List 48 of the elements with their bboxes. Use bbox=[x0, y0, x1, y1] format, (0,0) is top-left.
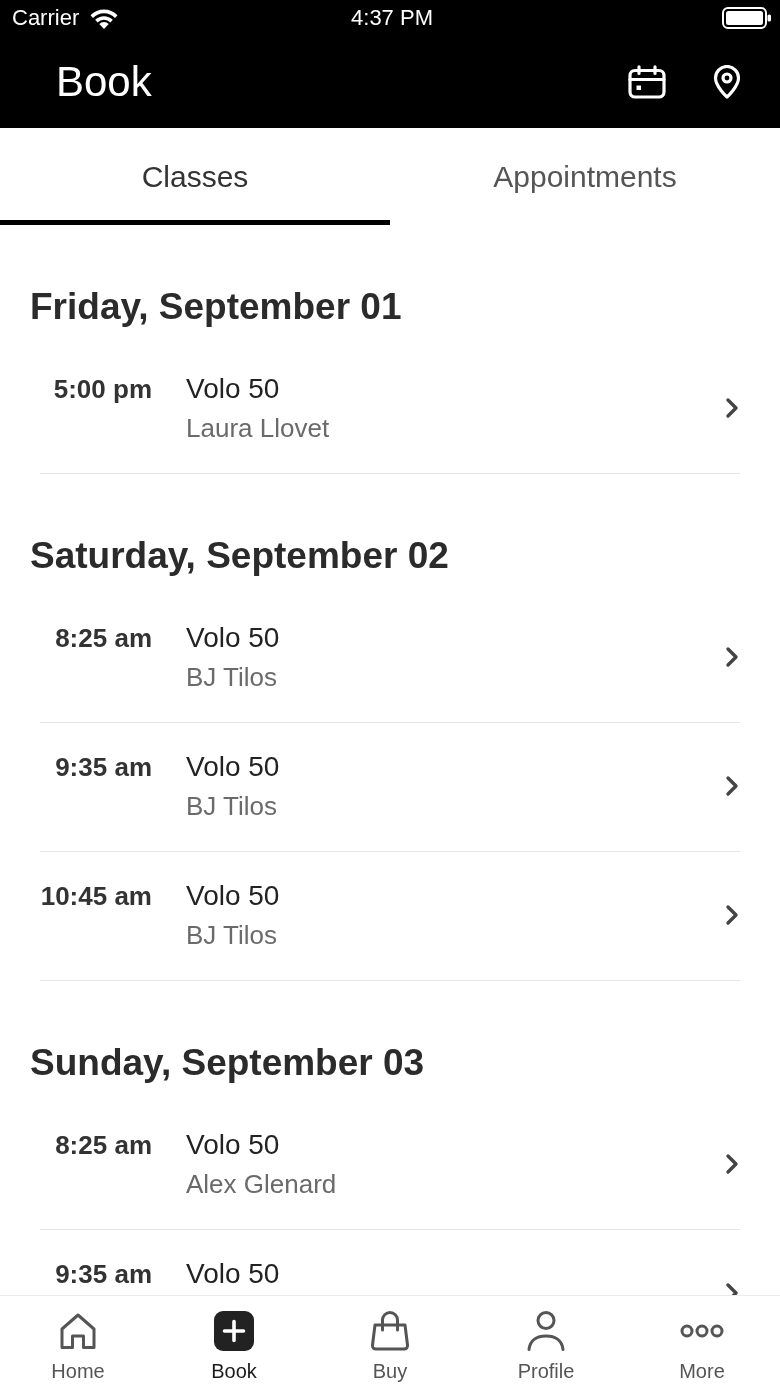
chevron-right-icon bbox=[725, 645, 739, 668]
more-dots-icon bbox=[680, 1324, 724, 1338]
class-name: Volo 50 bbox=[186, 1128, 280, 1162]
class-list-item[interactable]: 9:35 am Volo 50 BJ Tilos bbox=[40, 723, 740, 852]
instructor-name: Laura Llovet bbox=[186, 412, 330, 444]
class-time: 8:25 am bbox=[55, 623, 152, 653]
class-name: Volo 50 bbox=[186, 750, 280, 784]
class-time: 8:25 am bbox=[55, 1130, 152, 1160]
nav-tab[interactable]: More bbox=[642, 1296, 762, 1387]
date-heading: Saturday, September 02 bbox=[30, 534, 449, 578]
class-name: Volo 50 bbox=[186, 621, 280, 655]
chevron-right-icon bbox=[725, 774, 739, 797]
nav-tab[interactable]: Profile bbox=[486, 1296, 606, 1387]
nav-tab[interactable]: Book bbox=[174, 1296, 294, 1387]
shopping-bag-icon bbox=[370, 1311, 410, 1351]
carrier-label: Carrier bbox=[12, 5, 80, 31]
class-time: 5:00 pm bbox=[53, 374, 152, 404]
tab[interactable]: Classes bbox=[0, 128, 390, 225]
class-name: Volo 50 bbox=[186, 879, 280, 913]
plus-square-icon bbox=[214, 1311, 254, 1351]
nav-tab[interactable]: Buy bbox=[330, 1296, 450, 1387]
class-list-item[interactable]: 5:00 pm Volo 50 Laura Llovet bbox=[40, 345, 740, 474]
instructor-name: BJ Tilos bbox=[186, 790, 278, 822]
nav-tab[interactable]: Home bbox=[18, 1296, 138, 1387]
class-time: 10:45 am bbox=[40, 881, 152, 911]
date-heading: Sunday, September 03 bbox=[30, 1041, 425, 1085]
class-name: Volo 50 bbox=[186, 372, 280, 406]
tab[interactable]: Appointments bbox=[390, 128, 780, 225]
status-time: 4:37 PM bbox=[351, 5, 433, 31]
calendar-icon[interactable] bbox=[628, 65, 666, 99]
instructor-name: Alex Glenard bbox=[186, 1168, 337, 1200]
class-list-item[interactable]: 10:45 am Volo 50 BJ Tilos bbox=[40, 852, 740, 981]
person-icon bbox=[527, 1311, 565, 1351]
home-icon bbox=[59, 1312, 97, 1350]
instructor-name: BJ Tilos bbox=[186, 661, 278, 693]
class-list-item[interactable]: 8:25 am Volo 50 Alex Glenard bbox=[40, 1101, 740, 1230]
chevron-right-icon bbox=[725, 396, 739, 419]
battery-icon bbox=[722, 7, 772, 29]
chevron-right-icon bbox=[725, 1152, 739, 1175]
chevron-right-icon bbox=[725, 903, 739, 926]
date-heading: Friday, September 01 bbox=[30, 285, 402, 329]
instructor-name: BJ Tilos bbox=[186, 919, 278, 951]
class-time: 9:35 am bbox=[55, 752, 152, 782]
class-time: 9:35 am bbox=[55, 1259, 152, 1289]
class-name: Volo 50 bbox=[186, 1257, 280, 1291]
location-pin-icon[interactable] bbox=[712, 65, 742, 99]
class-list-item[interactable]: 8:25 am Volo 50 BJ Tilos bbox=[40, 594, 740, 723]
header-title: Book bbox=[56, 57, 152, 107]
